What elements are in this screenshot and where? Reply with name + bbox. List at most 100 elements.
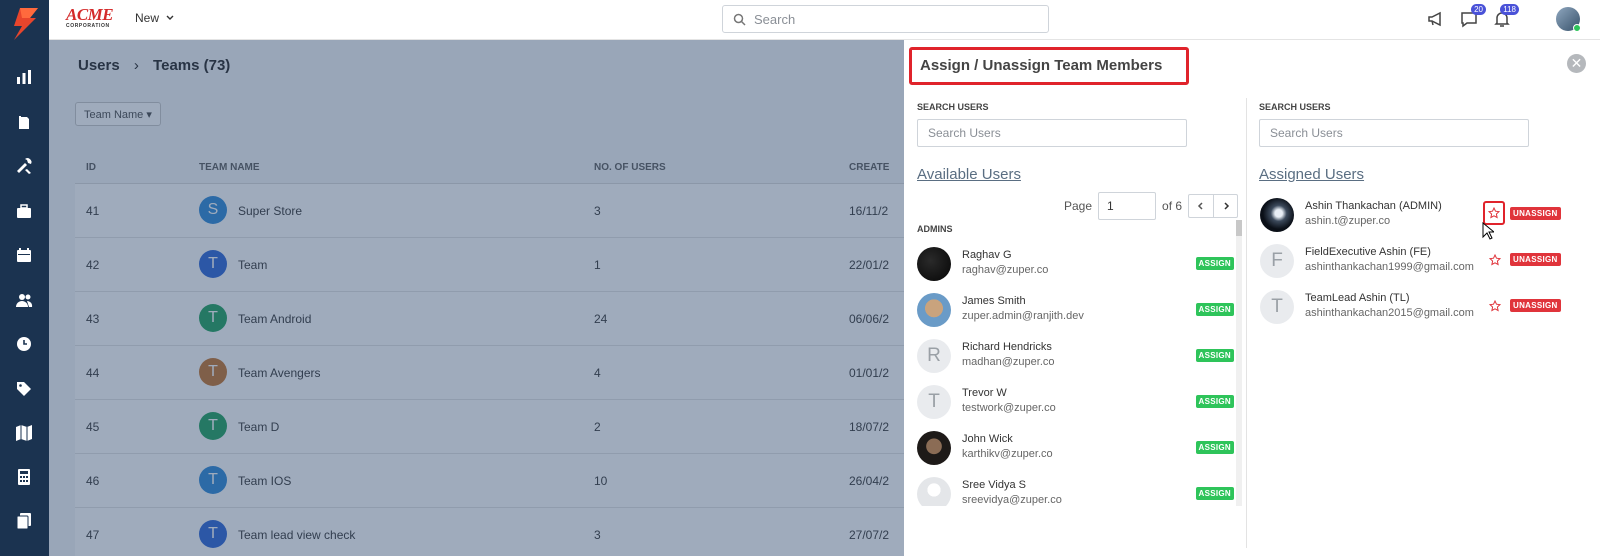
star-icon[interactable] [1487,298,1503,314]
assign-button[interactable]: ASSIGN [1195,257,1234,270]
avatar [917,293,951,327]
available-users-heading: Available Users [917,166,1021,183]
calculator-icon[interactable] [12,465,36,489]
modal-backdrop[interactable] [49,40,904,556]
avatar [1260,198,1294,232]
global-search-input[interactable] [754,11,1024,27]
avatar: T [1260,290,1294,324]
assign-button[interactable]: ASSIGN [1195,441,1234,454]
avatar [917,477,951,506]
available-user-row: T Trevor W testwork@zuper.co ASSIGN [904,380,1234,426]
new-dropdown-button[interactable]: New [135,11,175,25]
assigned-users-list: Ashin Thankachan (ADMIN) ashin.t@zuper.co… [1247,198,1600,336]
avatar: T [917,385,951,419]
app-logo-icon[interactable] [8,6,42,42]
user-email: ashinthankachan1999@gmail.com [1305,261,1474,273]
next-page-button[interactable] [1213,195,1237,217]
user-email: karthikv@zuper.co [962,448,1053,460]
online-status-dot [1573,24,1581,32]
user-name: Raghav G [962,249,1012,261]
chat-badge: 20 [1471,4,1486,15]
assign-button[interactable]: ASSIGN [1195,395,1234,408]
clipboard-icon[interactable] [12,110,36,134]
user-email: madhan@zuper.co [962,356,1055,368]
available-user-row: John Wick karthikv@zuper.co ASSIGN [904,426,1234,472]
assigned-user-row: Ashin Thankachan (ADMIN) ashin.t@zuper.co… [1247,198,1600,244]
user-name: Sree Vidya S [962,479,1027,491]
avatar: R [917,339,951,373]
assigned-user-row: F FieldExecutive Ashin (FE) ashinthankacha… [1247,244,1600,290]
user-name: FieldExecutive Ashin (FE) [1305,246,1431,258]
user-name: Trevor W [962,387,1007,399]
user-email: zuper.admin@ranjith.dev [962,310,1084,322]
unassign-button[interactable]: UNASSIGN [1510,299,1561,312]
star-icon[interactable] [1487,252,1503,268]
available-users-column: SEARCH USERS Available Users Page of 6 A… [904,98,1244,548]
documents-icon[interactable] [12,509,36,533]
assigned-user-row: T TeamLead Ashin (TL) ashinthankachan2015@… [1247,290,1600,336]
page-arrows [1188,194,1239,218]
user-name: TeamLead Ashin (TL) [1305,292,1410,304]
page-number-input[interactable] [1098,192,1157,220]
user-email: testwork@zuper.co [962,402,1056,414]
clock-icon[interactable] [12,332,36,356]
unassign-button[interactable]: UNASSIGN [1510,253,1561,266]
dashboard-icon[interactable] [12,65,36,89]
chevron-down-icon [166,15,174,20]
chat-icon[interactable]: 20 [1458,4,1486,30]
chevron-left-icon [1197,202,1203,210]
avatar [917,431,951,465]
assign-button[interactable]: ASSIGN [1195,349,1234,362]
user-email: ashinthankachan2015@gmail.com [1305,307,1474,319]
user-email: raghav@zuper.co [962,264,1049,276]
avatar: F [1260,244,1294,278]
calendar-icon[interactable] [12,243,36,267]
brand-logo[interactable]: ACME CORPORATION [66,6,118,31]
assigned-users-search-input[interactable] [1259,119,1529,147]
available-users-scrollbar[interactable] [1236,220,1242,506]
scrollbar-thumb[interactable] [1236,220,1242,236]
avatar [917,247,951,281]
assign-button[interactable]: ASSIGN [1195,303,1234,316]
assign-button[interactable]: ASSIGN [1195,487,1234,500]
map-icon[interactable] [12,421,36,445]
user-name: Richard Hendricks [962,341,1052,353]
available-user-row: Sree Vidya S sreevidya@zuper.co ASSIGN [904,472,1234,506]
panel-title: Assign / Unassign Team Members [909,47,1189,85]
available-user-row: James Smith zuper.admin@ranjith.dev ASSIGN [904,288,1234,334]
admins-group-label: ADMINS [917,224,953,234]
user-email: ashin.t@zuper.co [1305,215,1391,227]
brand-subtitle: CORPORATION [66,23,110,29]
tag-icon[interactable] [12,377,36,401]
available-user-row: R Richard Hendricks madhan@zuper.co ASSIGN [904,334,1234,380]
mouse-cursor-icon [1482,222,1494,240]
brand-name: ACME [66,5,114,24]
pagination: Page of 6 [1064,192,1239,220]
unassign-button[interactable]: UNASSIGN [1510,207,1561,220]
notification-bell-icon[interactable]: 118 [1491,4,1519,30]
assign-team-members-panel: Assign / Unassign Team Members ✕ SEARCH … [904,40,1600,556]
available-users-list: Raghav Graghav@zuper.co ASSIGN James Smith… [904,242,1234,506]
search-icon [733,13,746,26]
assigned-users-heading: Assigned Users [1259,166,1365,183]
search-users-label: SEARCH USERS [917,102,989,112]
left-sidebar [0,0,49,556]
user-name: Ashin Thankachan (ADMIN) [1305,200,1442,212]
prev-page-button[interactable] [1189,195,1213,217]
close-icon[interactable]: ✕ [1567,54,1586,73]
tools-icon[interactable] [12,154,36,178]
top-bar: ACME CORPORATION New 20 118 [49,0,1600,40]
assigned-users-column: SEARCH USERS Assigned Users Ashin Thanka… [1246,98,1600,548]
search-users-label: SEARCH USERS [1259,102,1331,112]
user-email: sreevidya@zuper.co [962,494,1062,506]
briefcase-icon[interactable] [12,199,36,223]
page-count: of 6 [1162,199,1183,213]
user-avatar[interactable] [1556,7,1581,32]
available-users-search-input[interactable] [917,119,1187,147]
global-search[interactable] [722,5,1049,33]
page-label: Page [1064,199,1093,213]
notification-badge: 118 [1500,4,1519,15]
megaphone-icon[interactable] [1425,8,1447,30]
users-icon[interactable] [12,288,36,312]
new-label: New [135,11,160,25]
